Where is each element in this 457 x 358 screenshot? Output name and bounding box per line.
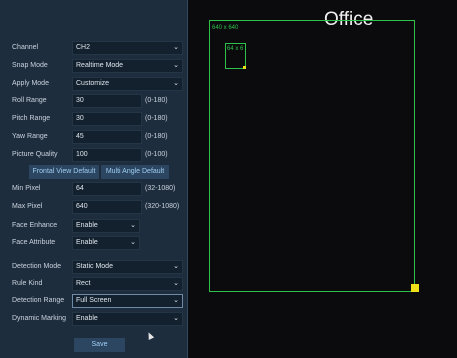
detection-range-label: Detection Range <box>12 297 65 304</box>
pitch-range-row: Pitch Range 30 (0-180) <box>0 112 188 126</box>
rule-kind-label: Rule Kind <box>12 280 43 287</box>
rule-kind-value: Rect <box>76 280 91 287</box>
face-enhance-select[interactable]: Enable ⌄ <box>72 219 140 233</box>
default-buttons-row: Frontal View Default Multi Angle Default <box>0 165 188 179</box>
apply-mode-row: Apply Mode Customize ⌄ <box>0 77 188 91</box>
pitch-range-hint: (0-180) <box>145 115 168 122</box>
max-pixel-label: Max Pixel <box>12 203 43 210</box>
chevron-down-icon: ⌄ <box>173 315 179 322</box>
save-button[interactable]: Save <box>74 338 125 352</box>
picture-quality-row: Picture Quality 100 (0-100) <box>0 148 188 162</box>
channel-select[interactable]: CH2 ⌄ <box>72 41 183 55</box>
roll-range-input[interactable]: 30 <box>72 94 142 108</box>
roll-range-row: Roll Range 30 (0-180) <box>0 94 188 108</box>
chevron-down-icon: ⌄ <box>173 62 179 69</box>
picture-quality-hint: (0-100) <box>145 151 168 158</box>
resize-handle[interactable] <box>411 284 419 292</box>
face-attribute-select[interactable]: Enable ⌄ <box>72 236 140 250</box>
frontal-view-default-button[interactable]: Frontal View Default <box>29 165 99 179</box>
channel-label: Channel <box>12 44 39 51</box>
detection-mode-label: Detection Mode <box>12 263 62 270</box>
apply-mode-value: Customize <box>76 80 110 87</box>
chevron-down-icon: ⌄ <box>130 222 136 229</box>
dynamic-marking-row: Dynamic Marking Enable ⌄ <box>0 312 188 326</box>
rule-kind-row: Rule Kind Rect ⌄ <box>0 277 188 291</box>
min-box-label: 64 x 6 <box>227 46 244 52</box>
face-attribute-value: Enable <box>76 239 98 246</box>
channel-row: Channel CH2 ⌄ <box>0 41 188 55</box>
min-pixel-row: Min Pixel 64 (32-1080) <box>0 182 188 196</box>
detection-mode-value: Static Mode <box>76 263 113 270</box>
min-pixel-input[interactable]: 64 <box>72 182 142 196</box>
snap-mode-value: Realtime Mode <box>76 62 124 69</box>
max-pixel-row: Max Pixel 640 (320-1080) <box>0 200 188 214</box>
snap-mode-row: Snap Mode Realtime Mode ⌄ <box>0 59 188 73</box>
picture-quality-input[interactable]: 100 <box>72 148 142 162</box>
max-pixel-hint: (320-1080) <box>145 203 180 210</box>
multi-angle-default-button[interactable]: Multi Angle Default <box>101 165 169 179</box>
face-enhance-row: Face Enhance Enable ⌄ <box>0 219 188 233</box>
yaw-range-input[interactable]: 45 <box>72 130 142 144</box>
channel-value: CH2 <box>76 44 91 51</box>
snap-mode-select[interactable]: Realtime Mode ⌄ <box>72 59 183 73</box>
pitch-range-label: Pitch Range <box>12 115 51 122</box>
detection-range-value: Full Screen <box>76 297 112 304</box>
yaw-range-label: Yaw Range <box>12 133 48 140</box>
detection-range-select[interactable]: Full Screen ⌄ <box>72 294 183 308</box>
rule-kind-select[interactable]: Rect ⌄ <box>72 277 183 291</box>
detection-mode-select[interactable]: Static Mode ⌄ <box>72 260 183 274</box>
chevron-down-icon: ⌄ <box>173 44 179 51</box>
chevron-down-icon: ⌄ <box>173 80 179 87</box>
dynamic-marking-value: Enable <box>76 315 98 322</box>
dynamic-marking-select[interactable]: Enable ⌄ <box>72 312 183 326</box>
yaw-range-hint: (0-180) <box>145 133 168 140</box>
face-attribute-row: Face Attribute Enable ⌄ <box>0 236 188 250</box>
dynamic-marking-label: Dynamic Marking <box>12 315 67 322</box>
min-resize-handle[interactable] <box>243 66 246 69</box>
chevron-down-icon: ⌄ <box>173 297 179 304</box>
chevron-down-icon: ⌄ <box>173 280 179 287</box>
apply-mode-select[interactable]: Customize ⌄ <box>72 77 183 91</box>
detection-range-row: Detection Range Full Screen ⌄ <box>0 294 188 308</box>
detection-mode-row: Detection Mode Static Mode ⌄ <box>0 260 188 274</box>
face-enhance-value: Enable <box>76 222 98 229</box>
yaw-range-row: Yaw Range 45 (0-180) <box>0 130 188 144</box>
pitch-range-input[interactable]: 30 <box>72 112 142 126</box>
max-pixel-input[interactable]: 640 <box>72 200 142 214</box>
roll-range-label: Roll Range <box>12 97 47 104</box>
chevron-down-icon: ⌄ <box>130 239 136 246</box>
chevron-down-icon: ⌄ <box>173 263 179 270</box>
settings-panel: Channel CH2 ⌄ Snap Mode Realtime Mode ⌄ … <box>0 0 188 358</box>
mouse-pointer-icon <box>145 331 155 340</box>
snap-mode-label: Snap Mode <box>12 62 48 69</box>
apply-mode-label: Apply Mode <box>12 80 49 87</box>
picture-quality-label: Picture Quality <box>12 151 58 158</box>
min-pixel-label: Min Pixel <box>12 185 41 192</box>
face-enhance-label: Face Enhance <box>12 222 58 229</box>
max-box-label: 640 x 640 <box>212 25 239 31</box>
face-attribute-label: Face Attribute <box>12 239 56 246</box>
roll-range-hint: (0-180) <box>145 97 168 104</box>
min-pixel-hint: (32-1080) <box>145 185 176 192</box>
